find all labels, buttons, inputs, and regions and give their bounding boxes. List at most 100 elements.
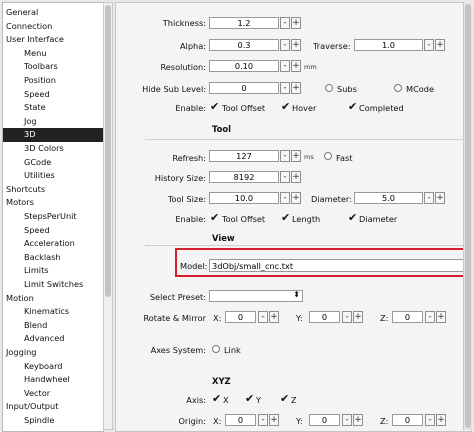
rotate-z-plus-button[interactable]: +	[436, 311, 446, 323]
tool-diameter-checkbox[interactable]: ✔	[348, 212, 359, 223]
resolution-label: Resolution:	[160, 62, 206, 72]
origin-x-input[interactable]	[225, 414, 256, 426]
tool-enable-label: Enable:	[175, 214, 206, 224]
origin-y-plus-button[interactable]: +	[353, 414, 363, 426]
link-radio[interactable]	[212, 345, 220, 353]
origin-x-minus-button[interactable]: -	[258, 414, 268, 426]
mcode-label: MCode	[406, 84, 435, 94]
axis-y-label: Y	[256, 395, 262, 405]
tool-tool-offset-label: Tool Offset	[222, 214, 266, 224]
mcode-radio[interactable]	[394, 84, 402, 92]
rotate-mirror-label: Rotate & Mirror	[143, 313, 206, 323]
subs-radio[interactable]	[325, 84, 333, 92]
tool-diameter-label: Diameter	[359, 214, 398, 224]
origin-x-label: X:	[213, 416, 222, 426]
axis-y-checkbox[interactable]: ✔	[245, 393, 256, 404]
hide-sub-level-minus-button[interactable]: -	[280, 82, 290, 94]
tool-size-input[interactable]	[209, 192, 279, 204]
subs-label: Subs	[337, 84, 357, 94]
refresh-input[interactable]	[209, 150, 279, 162]
origin-y-minus-button[interactable]: -	[342, 414, 352, 426]
resolution-unit: mm	[304, 63, 317, 71]
rotate-x-minus-button[interactable]: -	[258, 311, 268, 323]
hover-checkbox[interactable]: ✔	[281, 101, 292, 112]
history-size-plus-button[interactable]: +	[291, 171, 301, 183]
thickness-plus-button[interactable]: +	[291, 17, 301, 29]
tool-heading: Tool	[212, 124, 231, 134]
xyz-heading: XYZ	[212, 376, 231, 386]
alpha-label: Alpha:	[179, 41, 206, 51]
tool-separator	[145, 139, 463, 140]
origin-z-input[interactable]	[392, 414, 423, 426]
hide-sub-level-plus-button[interactable]: +	[291, 82, 301, 94]
rotate-y-minus-button[interactable]: -	[342, 311, 352, 323]
length-checkbox[interactable]: ✔	[281, 212, 292, 223]
diameter-plus-button[interactable]: +	[435, 192, 445, 204]
rotate-y-input[interactable]	[309, 311, 340, 323]
origin-label: Origin:	[178, 416, 206, 426]
panel-scrollbar[interactable]	[463, 2, 473, 430]
traverse-plus-button[interactable]: +	[435, 39, 445, 51]
tool-size-plus-button[interactable]: +	[291, 192, 301, 204]
fast-label: Fast	[336, 153, 353, 163]
thickness-label: Thickness:	[162, 18, 206, 28]
origin-y-input[interactable]	[309, 414, 340, 426]
alpha-input[interactable]	[209, 39, 279, 51]
rotate-x-plus-button[interactable]: +	[269, 311, 279, 323]
hide-sub-level-label: Hide Sub Level:	[142, 84, 206, 94]
dropdown-arrow-icon: ⬍	[293, 290, 300, 299]
history-size-minus-button[interactable]: -	[280, 171, 290, 183]
alpha-plus-button[interactable]: +	[291, 39, 301, 51]
history-size-label: History Size:	[154, 173, 206, 183]
axis-label: Axis:	[186, 395, 206, 405]
rotate-z-input[interactable]	[392, 311, 423, 323]
refresh-minus-button[interactable]: -	[280, 150, 290, 162]
hide-sub-level-input[interactable]	[209, 82, 279, 94]
select-preset-dropdown[interactable]: ⬍	[209, 290, 303, 302]
alpha-minus-button[interactable]: -	[280, 39, 290, 51]
origin-z-plus-button[interactable]: +	[436, 414, 446, 426]
origin-y-label: Y:	[296, 416, 303, 426]
diameter-input[interactable]	[354, 192, 423, 204]
resolution-plus-button[interactable]: +	[291, 60, 301, 72]
fast-radio[interactable]	[324, 152, 332, 160]
diameter-minus-button[interactable]: -	[424, 192, 434, 204]
panel-scrollbar-thumb[interactable]	[465, 4, 471, 428]
resolution-minus-button[interactable]: -	[280, 60, 290, 72]
thickness-input[interactable]	[209, 17, 279, 29]
traverse-input[interactable]	[354, 39, 423, 51]
model-label: Model:	[180, 261, 208, 271]
diameter-label: Diameter:	[311, 194, 352, 204]
refresh-unit: ms	[304, 153, 314, 161]
resolution-input[interactable]	[209, 60, 279, 72]
length-label: Length	[292, 214, 321, 224]
axis-x-label: X	[223, 395, 229, 405]
link-label: Link	[224, 345, 241, 355]
refresh-plus-button[interactable]: +	[291, 150, 301, 162]
history-size-input[interactable]	[209, 171, 279, 183]
model-input[interactable]	[209, 259, 464, 272]
axis-x-checkbox[interactable]: ✔	[212, 393, 223, 404]
origin-z-label: Z:	[380, 416, 389, 426]
origin-x-plus-button[interactable]: +	[269, 414, 279, 426]
axis-z-checkbox[interactable]: ✔	[280, 393, 291, 404]
tool-size-minus-button[interactable]: -	[280, 192, 290, 204]
view-separator	[145, 245, 463, 246]
traverse-minus-button[interactable]: -	[424, 39, 434, 51]
hover-label: Hover	[292, 103, 317, 113]
traverse-label: Traverse:	[313, 41, 351, 51]
rotate-y-plus-button[interactable]: +	[353, 311, 363, 323]
panel-content: Thickness: - + Alpha: - + Traverse: - + …	[0, 0, 474, 432]
rotate-y-label: Y:	[296, 313, 303, 323]
origin-z-minus-button[interactable]: -	[425, 414, 435, 426]
tool-size-label: Tool Size:	[167, 194, 206, 204]
rotate-z-minus-button[interactable]: -	[425, 311, 435, 323]
completed-checkbox[interactable]: ✔	[348, 101, 359, 112]
rotate-x-input[interactable]	[225, 311, 256, 323]
axis-z-label: Z	[291, 395, 297, 405]
tool-tool-offset-checkbox[interactable]: ✔	[210, 212, 221, 223]
tool-offset-checkbox[interactable]: ✔	[210, 101, 221, 112]
thickness-minus-button[interactable]: -	[280, 17, 290, 29]
select-preset-label: Select Preset:	[149, 292, 206, 302]
refresh-label: Refresh:	[172, 153, 206, 163]
